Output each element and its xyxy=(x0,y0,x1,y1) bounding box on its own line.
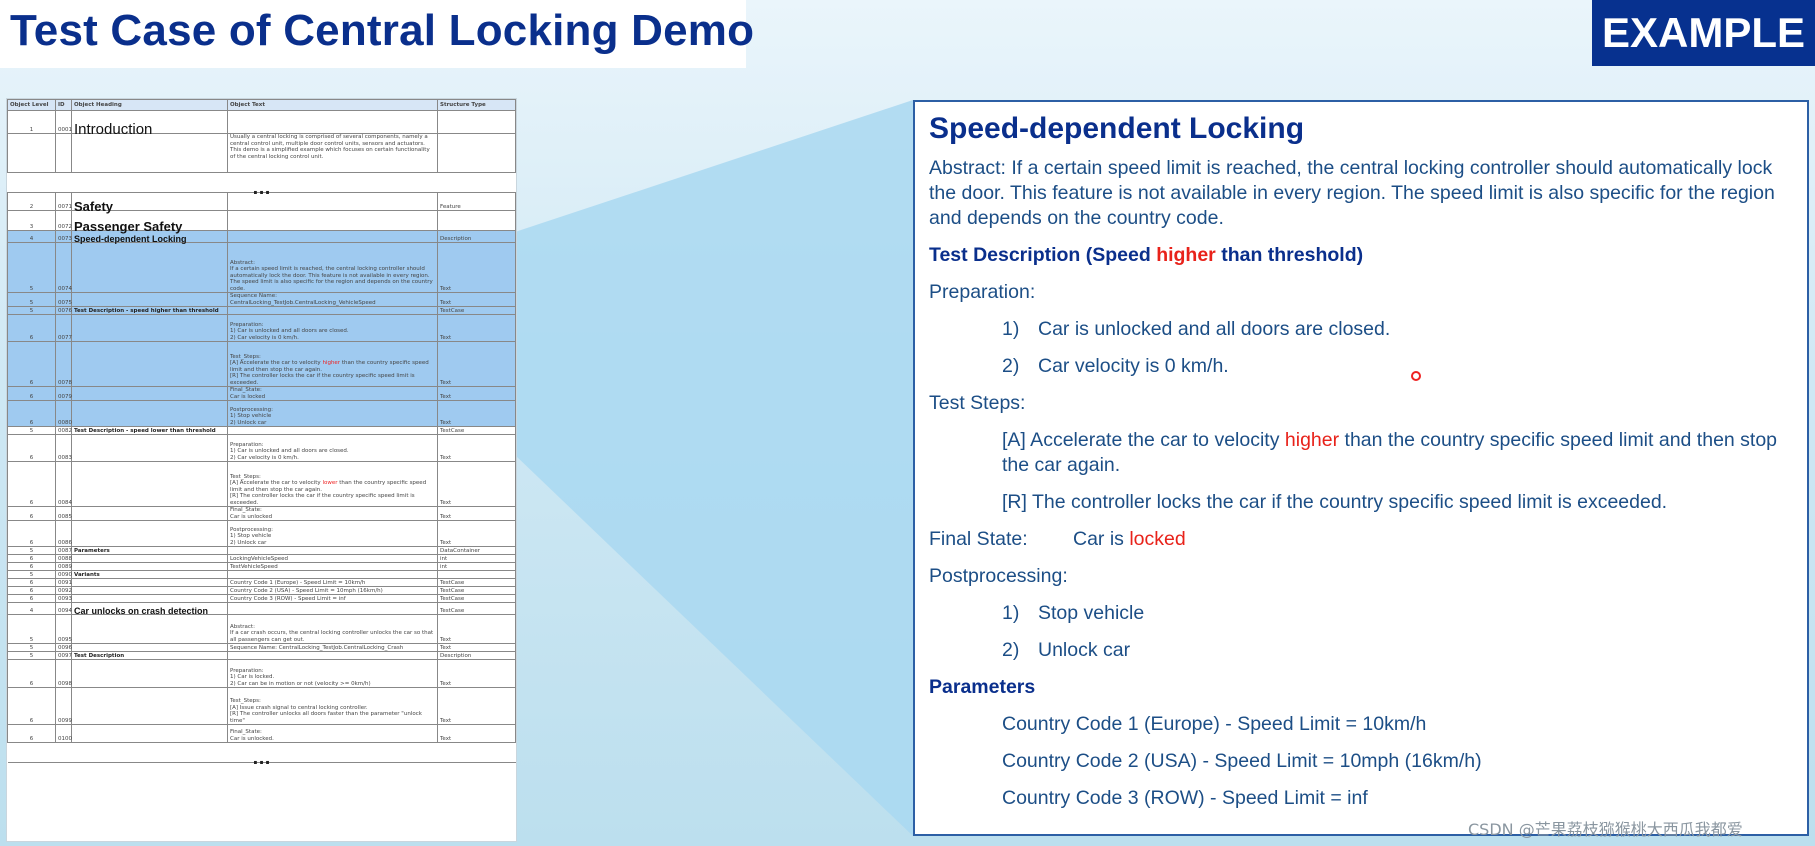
table-row[interactable]: 6 0088 LockingVehicleSpeed int xyxy=(7,554,516,563)
table-row[interactable]: 6 0092 Country Code 2 (USA) - Speed Limi… xyxy=(7,586,516,595)
ellipsis-text: ... xyxy=(7,172,516,196)
test-step-action: [A] Accelerate the car to velocity highe… xyxy=(1002,429,1778,476)
test-description-heading: Test Description (Speed higher than thre… xyxy=(929,244,1364,266)
parameters-heading: Parameters xyxy=(929,676,1036,698)
ellipsis-row: ... xyxy=(7,742,516,766)
table-row[interactable]: 6 0084 Test_Steps: [A] Accelerate the ca… xyxy=(7,461,516,507)
table-row[interactable]: 6 0093 Country Code 3 (ROW) - Speed Limi… xyxy=(7,594,516,603)
table-row[interactable]: 5 0095 Abstract: If a car crash occurs, … xyxy=(7,614,516,644)
watermark: CSDN @芒果荔枝猕猴桃大西瓜我都爱 xyxy=(1468,820,1743,839)
col-header-heading[interactable]: Object Heading xyxy=(71,99,228,111)
table-row[interactable]: 5 0097 Test Description Description xyxy=(7,651,516,660)
col-header-level[interactable]: Object Level xyxy=(7,99,56,111)
example-badge: EXAMPLE xyxy=(1592,0,1815,66)
table-row[interactable]: 1 0001 Introduction xyxy=(7,110,516,137)
table-row[interactable]: 6 0091 Country Code 1 (Europe) - Speed L… xyxy=(7,578,516,587)
table-row-selected[interactable]: 5 0074 Abstract: If a certain speed limi… xyxy=(7,242,516,293)
table-row[interactable]: 5 0082 Test Description - speed lower th… xyxy=(7,426,516,435)
header-row: Object Level ID Object Heading Object Te… xyxy=(7,99,516,111)
col-header-id[interactable]: ID xyxy=(55,99,72,111)
parameter-item: Country Code 2 (USA) - Speed Limit = 10m… xyxy=(1002,750,1482,772)
table-row-selected[interactable]: 5 0075 Sequence Name: CentralLocking_Tes… xyxy=(7,292,516,307)
table-row-selected[interactable]: 6 0078 Test_Steps: [A] Accelerate the ca… xyxy=(7,341,516,387)
table-row[interactable]: 5 0087 Parameters DataContainer xyxy=(7,546,516,555)
table-row-selected[interactable]: 6 0077 Preparation: 1) Car is unlocked a… xyxy=(7,314,516,342)
test-step-result: [R] The controller locks the car if the … xyxy=(1002,491,1668,513)
table-row[interactable]: 6 0099 Test_Steps: [A] Issue crash signa… xyxy=(7,687,516,725)
parameter-item: Country Code 1 (Europe) - Speed Limit = … xyxy=(1002,713,1427,735)
panel-title: Speed-dependent Locking xyxy=(929,112,1305,145)
postprocessing-item: 1) Stop vehicle xyxy=(1002,602,1145,624)
table-row-selected[interactable]: 5 0076 Test Description - speed higher t… xyxy=(7,306,516,315)
ellipsis-row: ... xyxy=(7,172,516,196)
cursor-dot-icon xyxy=(1411,371,1421,381)
requirements-table: Object Level ID Object Heading Object Te… xyxy=(6,98,517,842)
table-row[interactable]: 6 0089 TestVehicleSpeed int xyxy=(7,562,516,571)
table-row[interactable]: 6 0085 Final_State: Car is unlocked Text xyxy=(7,506,516,521)
table-row[interactable]: 3 0072 Passenger Safety xyxy=(7,210,516,233)
postprocessing-label: Postprocessing: xyxy=(929,565,1068,587)
postprocessing-item: 2) Unlock car xyxy=(1002,639,1131,661)
col-header-type[interactable]: Structure Type xyxy=(437,99,516,111)
parameter-item: Country Code 3 (ROW) - Speed Limit = inf xyxy=(1002,787,1368,809)
table-row[interactable]: 5 0090 Variants xyxy=(7,570,516,579)
abstract-text: Abstract: If a certain speed limit is re… xyxy=(929,157,1775,229)
table-row[interactable]: 6 0100 Final_State: Car is unlocked. Tex… xyxy=(7,724,516,743)
table-row[interactable]: 6 0098 Preparation: 1) Car is locked. 2)… xyxy=(7,659,516,688)
ellipsis-text: ... xyxy=(7,742,516,766)
table-row[interactable]: 6 0083 Preparation: 1) Car is unlocked a… xyxy=(7,434,516,462)
col-header-text[interactable]: Object Text xyxy=(227,99,438,111)
preparation-item: 1) Car is unlocked and all doors are clos… xyxy=(1002,318,1391,340)
preparation-label: Preparation: xyxy=(929,281,1036,303)
page-title: Test Case of Central Locking Demo xyxy=(10,6,755,55)
detail-panel: Speed-dependent Locking Abstract: If a c… xyxy=(913,100,1809,836)
table-row[interactable]: 5 0096 Sequence Name: CentralLocking_Tes… xyxy=(7,643,516,652)
table-row[interactable]: 6 0086 Postprocessing: 1) Stop vehicle 2… xyxy=(7,520,516,547)
title-bar: Test Case of Central Locking Demo xyxy=(0,0,754,68)
table-row-selected[interactable]: 6 0079 Final_State: Car is locked Text xyxy=(7,386,516,401)
table-row-selected[interactable]: 6 0080 Postprocessing: 1) Stop vehicle 2… xyxy=(7,400,516,427)
preparation-item: 2) Car velocity is 0 km/h. xyxy=(1002,355,1229,377)
final-state: Final State: Car is locked xyxy=(929,528,1186,550)
table-row[interactable]: 4 0094 Car unlocks on crash detection Te… xyxy=(7,602,516,615)
test-steps-label: Test Steps: xyxy=(929,392,1026,414)
spreadsheet-grid: Object Level ID Object Heading Object Te… xyxy=(7,99,516,766)
table-row[interactable]: Usually a central locking is comprised o… xyxy=(7,133,516,173)
